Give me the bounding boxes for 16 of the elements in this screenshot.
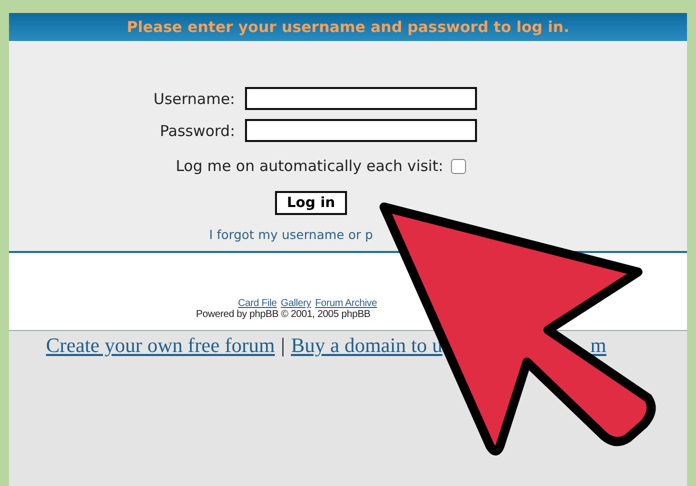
header-bar: Please enter your username and password to log in.: [9, 13, 687, 41]
checkbox[interactable]: [451, 158, 466, 174]
field-label: Username:: [152, 90, 235, 108]
separator-text: |: [280, 335, 285, 358]
footer-link[interactable]: Card File: [238, 298, 277, 309]
checkbox-label: Log me on automatically each visit:: [176, 157, 444, 175]
bottom-link[interactable]: Create your own free forum: [46, 335, 275, 358]
bottom-link[interactable]: m: [590, 335, 606, 358]
copyright-text: Powered by phpBB © 2001, 2005 phpBB: [196, 309, 370, 320]
login-button[interactable]: Log in: [274, 191, 348, 215]
footer-link[interactable]: Gallery: [280, 298, 312, 309]
field-label: Password:: [158, 122, 235, 140]
forgot-link[interactable]: I forgot my username or p: [209, 227, 373, 242]
footer-link[interactable]: Forum Archive: [315, 298, 377, 309]
text-field[interactable]: [245, 87, 477, 110]
text-field[interactable]: [245, 119, 477, 142]
